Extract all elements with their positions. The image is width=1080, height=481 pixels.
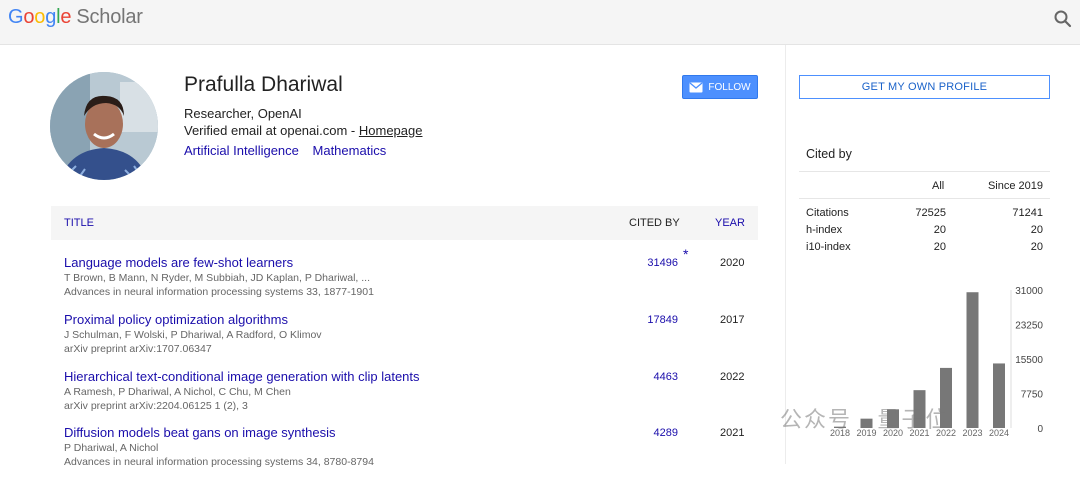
article-year: 2021 — [720, 427, 745, 439]
logo-suffix: Scholar — [76, 6, 143, 28]
chart-bar-2023[interactable] — [966, 292, 979, 428]
research-interests: Artificial Intelligence Mathematics — [184, 143, 396, 158]
interest-link-ai[interactable]: Artificial Intelligence — [184, 143, 299, 158]
logo-letter: e — [60, 6, 72, 28]
stats-label[interactable]: Citations — [806, 207, 849, 219]
article-authors: A Ramesh, P Dhariwal, A Nichol, C Chu, M… — [64, 386, 291, 398]
stats-label[interactable]: h-index — [806, 224, 842, 236]
stats-all-value: 72525 — [915, 207, 946, 219]
article-title-link[interactable]: Language models are few-shot learners — [64, 255, 293, 270]
cited-by-link[interactable]: 17849 — [647, 314, 678, 326]
table-row: Proximal policy optimization algorithms … — [51, 312, 758, 368]
stats-col-all: All — [932, 180, 945, 192]
cited-by-heading: Cited by — [806, 147, 852, 161]
stats-label[interactable]: i10-index — [806, 241, 851, 253]
stats-since-value: 71241 — [1012, 207, 1043, 219]
article-year: 2017 — [720, 314, 745, 326]
chart-x-tick-label: 2024 — [989, 428, 1009, 438]
interest-link-math[interactable]: Mathematics — [313, 143, 387, 158]
avatar — [50, 72, 158, 180]
search-icon[interactable] — [1052, 8, 1074, 30]
article-authors: J Schulman, F Wolski, P Dhariwal, A Radf… — [64, 329, 322, 341]
article-authors: P Dhariwal, A Nichol — [64, 442, 159, 454]
logo-letter: G — [8, 6, 24, 28]
chart-y-tick-label: 31000 — [1015, 286, 1043, 297]
stats-since-value: 20 — [1030, 224, 1043, 236]
chart-y-tick-label: 7750 — [1021, 390, 1044, 401]
logo-letter: g — [45, 6, 57, 28]
chart-y-tick-label: 23250 — [1015, 321, 1043, 332]
logo-letter: o — [23, 6, 35, 28]
profile-affiliation: Researcher, OpenAI — [184, 106, 302, 121]
chart-bar-2024[interactable] — [993, 363, 1005, 428]
article-venue: arXiv preprint arXiv:2204.06125 1 (2), 3 — [64, 400, 248, 412]
stats-all-value: 20 — [933, 224, 946, 236]
stats-since-value: 20 — [1030, 241, 1043, 253]
article-title-link[interactable]: Diffusion models beat gans on image synt… — [64, 425, 335, 440]
google-scholar-logo[interactable]: Google Scholar — [8, 6, 143, 29]
logo-letter: o — [34, 6, 46, 28]
article-title-link[interactable]: Proximal policy optimization algorithms — [64, 312, 288, 327]
get-my-own-profile-button[interactable]: GET MY OWN PROFILE — [799, 75, 1050, 99]
cited-by-link[interactable]: 4463 — [654, 371, 678, 383]
cited-by-column: CITED BY — [629, 217, 680, 229]
watermark: 公众号 · 量子位 — [780, 407, 950, 432]
chart-x-tick-label: 2023 — [962, 428, 982, 438]
article-venue: arXiv preprint arXiv:1707.06347 — [64, 343, 212, 355]
follow-label: FOLLOW — [708, 81, 751, 93]
follow-button[interactable]: FOLLOW — [682, 75, 758, 99]
article-year: 2022 — [720, 371, 745, 383]
profile-name: Prafulla Dhariwal — [184, 73, 343, 96]
stats-header: All Since 2019 — [799, 171, 1050, 199]
homepage-link[interactable]: Homepage — [359, 123, 423, 138]
table-row: Hierarchical text-conditional image gene… — [51, 369, 758, 425]
article-year: 2020 — [720, 257, 745, 269]
article-title-link[interactable]: Hierarchical text-conditional image gene… — [64, 369, 420, 384]
article-venue: Advances in neural information processin… — [64, 456, 374, 468]
stats-row: Citations 72525 71241 — [799, 205, 1050, 222]
stats-row: i10-index 20 20 — [799, 239, 1050, 256]
chart-y-tick-label: 15500 — [1015, 355, 1043, 366]
top-bar: Google Scholar — [0, 0, 1080, 45]
stats-all-value: 20 — [933, 241, 946, 253]
table-row: Diffusion models beat gans on image synt… — [51, 425, 758, 481]
sort-by-year[interactable]: YEAR — [715, 217, 745, 229]
mail-icon — [689, 82, 703, 92]
email-text: Verified email at openai.com - — [184, 123, 359, 138]
articles-table-header: TITLE CITED BY YEAR — [51, 206, 758, 240]
merged-citations-star[interactable]: * — [683, 246, 688, 262]
citation-stats-table: All Since 2019 Citations 72525 71241 h-i… — [799, 171, 1050, 256]
cited-by-link[interactable]: 31496 — [647, 257, 678, 269]
chart-y-tick-label: 0 — [1037, 424, 1043, 435]
sort-by-title[interactable]: TITLE — [64, 217, 94, 229]
profile-email: Verified email at openai.com - Homepage — [184, 123, 422, 138]
stats-col-since: Since 2019 — [987, 180, 1043, 192]
table-row: Language models are few-shot learners T … — [51, 246, 758, 311]
article-authors: T Brown, B Mann, N Ryder, M Subbiah, JD … — [64, 272, 370, 284]
stats-row: h-index 20 20 — [799, 222, 1050, 239]
cited-by-link[interactable]: 4289 — [654, 427, 678, 439]
article-venue: Advances in neural information processin… — [64, 286, 374, 298]
